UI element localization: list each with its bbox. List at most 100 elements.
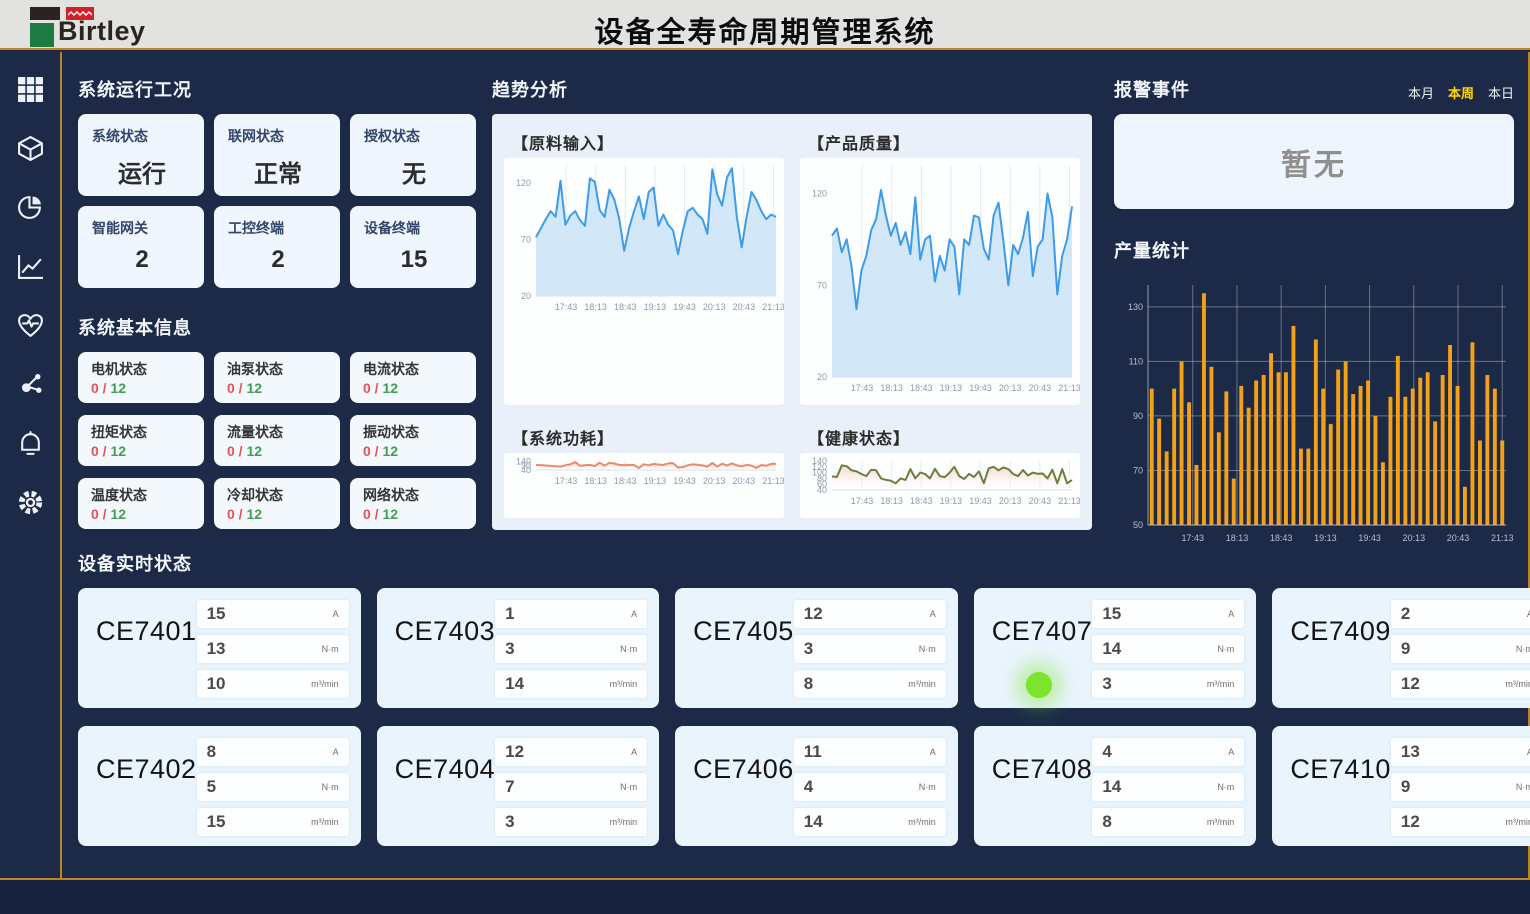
device-status-panel: 设备实时状态 CE7401 15 A 13 N·m 10 m³/min CE74… [78,550,1512,846]
device-card[interactable]: CE7401 15 A 13 N·m 10 m³/min [78,588,361,708]
system-status-panel: 系统运行工况 系统状态 运行 联网状态 正常 授权状态 无 智能网关 2 工控终… [78,76,476,529]
measure-unit: m³/min [1505,679,1530,689]
svg-text:18:43: 18:43 [910,496,933,506]
measure-unit: A [1228,609,1234,619]
device-card[interactable]: CE7409 2 A 9 N·m 12 m³/min [1272,588,1530,708]
status-card-value: 2 [92,246,192,274]
device-measure-row: 13 N·m [197,635,349,663]
footer-bar [0,880,1530,914]
info-fault-count: 0 / [91,506,107,522]
device-measure-row: 8 m³/min [794,670,946,698]
alarm-tab[interactable]: 本周 [1448,83,1474,102]
measure-value: 7 [505,777,514,797]
gear-icon[interactable] [15,487,45,517]
cube-icon[interactable] [15,133,45,163]
measure-value: 14 [1102,777,1121,797]
device-card[interactable]: CE7404 12 A 7 N·m 3 m³/min [377,726,660,846]
info-card-label: 油泵状态 [227,359,330,379]
info-card: 冷却状态 0 / 12 [214,478,340,529]
info-fault-count: 0 / [227,443,243,459]
production-bar-chart: 13011090705017:4318:1318:4319:1319:4320:… [1114,269,1514,547]
device-measure-row: 14 N·m [1092,635,1244,663]
device-measure-row: 12 A [794,600,946,628]
svg-text:20:43: 20:43 [733,302,756,312]
measure-unit: N·m [1516,782,1530,792]
measure-unit: m³/min [1207,679,1235,689]
info-card-label: 网络状态 [363,485,466,505]
device-measure-row: 15 A [1092,600,1244,628]
measure-unit: m³/min [610,817,638,827]
device-name: CE7405 [693,616,794,698]
measure-value: 9 [1401,777,1410,797]
svg-text:19:43: 19:43 [1358,533,1381,543]
status-card-value: 无 [364,154,464,189]
line-chart-icon[interactable] [15,251,45,281]
info-card-label: 电机状态 [91,359,194,379]
info-fault-count: 0 / [91,443,107,459]
status-card-value: 正常 [228,154,328,189]
measure-unit: N·m [620,644,637,654]
svg-text:110: 110 [1129,356,1143,366]
bell-icon[interactable] [15,428,45,458]
device-measure-row: 4 N·m [794,773,946,801]
alarm-tab[interactable]: 本月 [1408,83,1434,102]
measure-value: 4 [1102,742,1111,762]
device-measures: 12 A 7 N·m 3 m³/min [495,738,647,836]
health-pulse-icon[interactable] [15,310,45,340]
pie-chart-icon[interactable] [15,192,45,222]
status-card: 系统状态 运行 [78,114,204,196]
trend-chart-canvas: 120702017:4318:1318:4319:1319:4320:1320:… [504,158,784,405]
svg-text:18:13: 18:13 [584,302,607,312]
svg-text:21:13: 21:13 [1058,383,1080,393]
apps-grid-icon[interactable] [15,74,45,104]
svg-text:120: 120 [516,178,531,188]
measure-unit: m³/min [1505,817,1530,827]
info-fault-count: 0 / [363,506,379,522]
device-card[interactable]: CE7410 13 A 9 N·m 12 m³/min [1272,726,1530,846]
svg-text:20:13: 20:13 [999,383,1022,393]
device-card[interactable]: CE7405 12 A 3 N·m 8 m³/min [675,588,958,708]
molecule-icon[interactable] [15,369,45,399]
svg-text:21:13: 21:13 [762,476,784,486]
measure-unit: m³/min [311,817,339,827]
info-card-count: 0 / 12 [91,443,194,459]
measure-unit: A [930,747,936,757]
trend-chart-title: 【系统功耗】 [512,425,784,449]
svg-text:130: 130 [1128,302,1143,312]
alarm-tabs: 本月 本周 本日 [1408,83,1514,102]
device-card[interactable]: CE7407 15 A 14 N·m 3 m³/min [974,588,1257,708]
info-card-count: 0 / 12 [363,506,466,522]
device-measures: 8 A 5 N·m 15 m³/min [197,738,349,836]
device-measure-row: 13 A [1391,738,1530,766]
info-card: 网络状态 0 / 12 [350,478,476,529]
info-card-label: 冷却状态 [227,485,330,505]
device-card[interactable]: CE7408 4 A 14 N·m 8 m³/min [974,726,1257,846]
device-measure-row: 4 A [1092,738,1244,766]
svg-text:21:13: 21:13 [1058,496,1080,506]
svg-text:19:13: 19:13 [940,496,963,506]
trend-chart-cell: 【原料输入】 120702017:4318:1318:4319:1319:432… [504,124,784,405]
measure-value: 12 [505,742,524,762]
device-measure-row: 5 N·m [197,773,349,801]
device-card-grid: CE7401 15 A 13 N·m 10 m³/min CE7403 1 A … [78,588,1512,846]
svg-text:70: 70 [817,280,827,290]
svg-text:21:13: 21:13 [762,302,784,312]
status-card-label: 联网状态 [228,126,328,146]
status-card-grid: 系统状态 运行 联网状态 正常 授权状态 无 智能网关 2 工控终端 2 设备终… [78,114,476,288]
svg-text:17:43: 17:43 [555,476,578,486]
svg-text:21:13: 21:13 [1491,533,1514,543]
info-card: 流量状态 0 / 12 [214,415,340,466]
device-measure-row: 11 A [794,738,946,766]
svg-text:18:13: 18:13 [1226,533,1249,543]
status-card: 工控终端 2 [214,206,340,288]
device-card[interactable]: CE7403 1 A 3 N·m 14 m³/min [377,588,660,708]
info-fault-count: 0 / [363,380,379,396]
measure-unit: A [631,609,637,619]
device-card[interactable]: CE7402 8 A 5 N·m 15 m³/min [78,726,361,846]
page-title: 设备全寿命周期管理系统 [0,9,1530,51]
info-fault-count: 0 / [227,380,243,396]
device-card[interactable]: CE7406 11 A 4 N·m 14 m³/min [675,726,958,846]
alarm-tab[interactable]: 本日 [1488,83,1514,102]
status-card-label: 设备终端 [364,218,464,238]
device-name: CE7409 [1290,616,1391,698]
